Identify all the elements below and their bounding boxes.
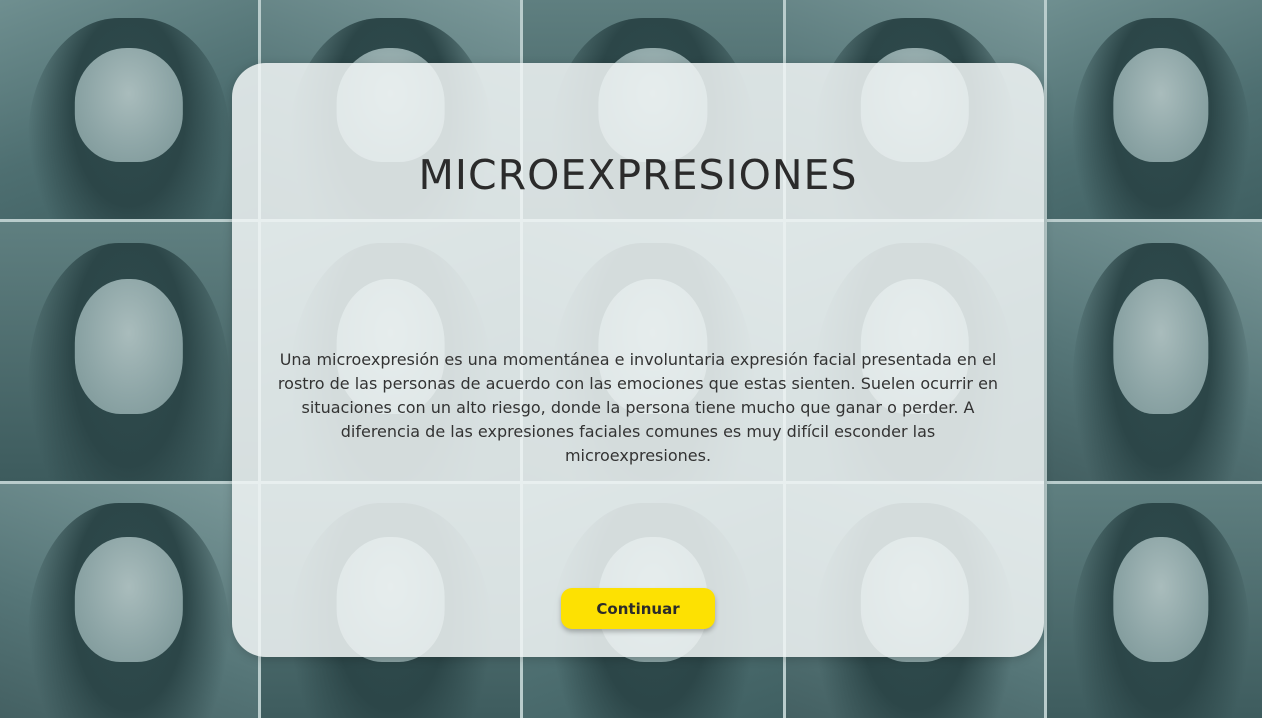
app-stage: MICROEXPRESIONES Una microexpresión es u… [0,0,1262,718]
continue-button[interactable]: Continuar [561,588,715,629]
intro-card: MICROEXPRESIONES Una microexpresión es u… [232,63,1044,657]
intro-description: Una microexpresión es una momentánea e i… [277,350,999,465]
background-photo [0,222,258,481]
background-photo [1047,0,1262,219]
page-title: MICROEXPRESIONES [418,151,858,199]
background-photo [0,0,258,219]
background-photo [1047,484,1262,718]
background-photo [0,484,258,718]
background-photo [1047,222,1262,481]
